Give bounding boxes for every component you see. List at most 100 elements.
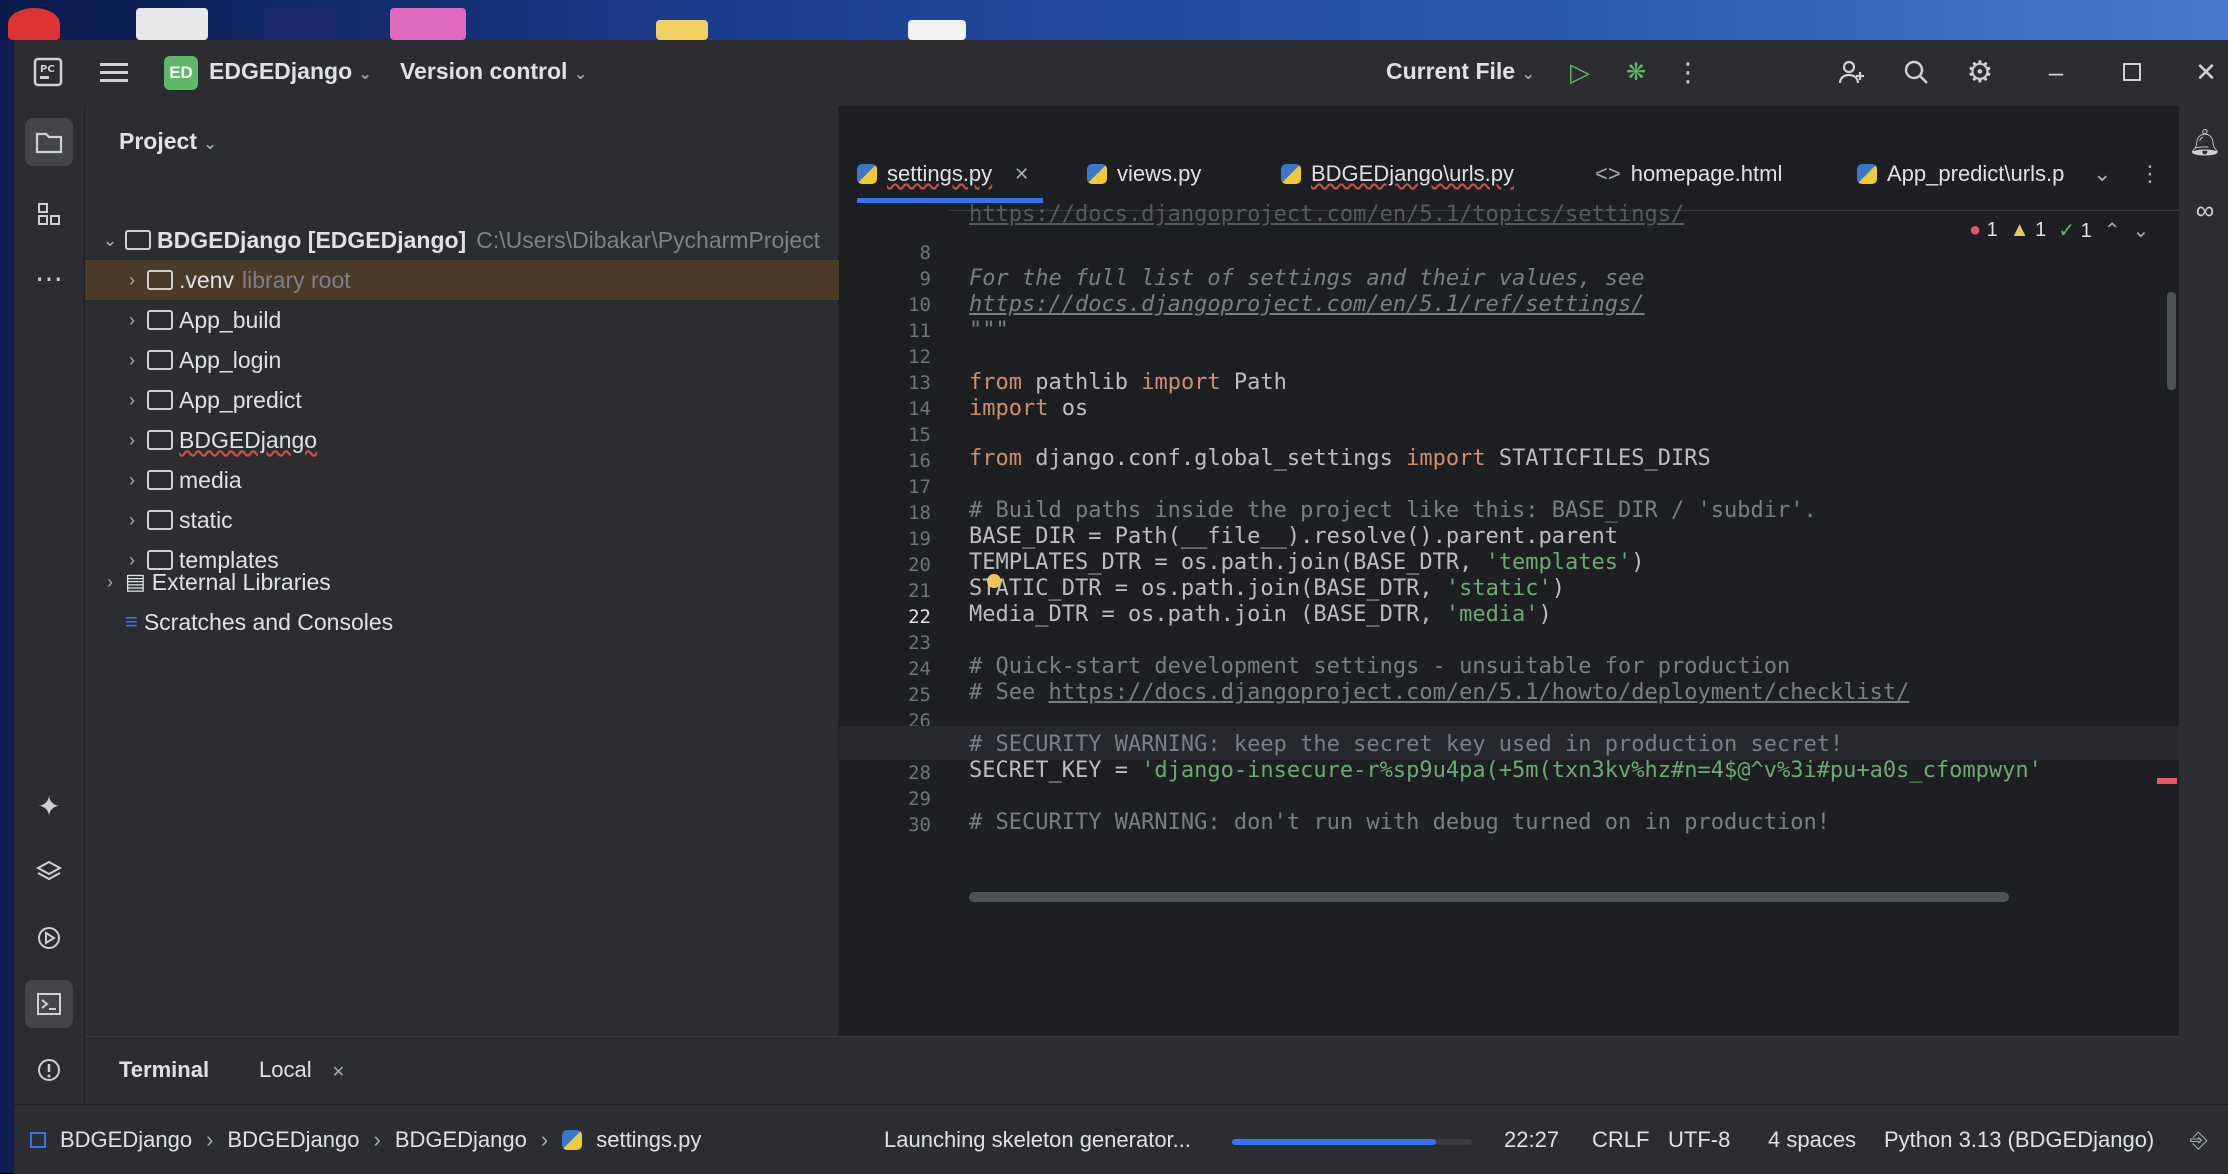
tree-item[interactable]: › App_login [85,340,874,380]
line-number[interactable]: 19 [871,528,931,550]
chevron-right-icon[interactable]: › [121,350,143,371]
tree-item[interactable]: › media [85,460,874,500]
chevron-down-icon[interactable]: ⌄ [99,230,121,251]
settings-icon[interactable]: ⚙ [1962,54,1998,90]
line-number[interactable]: 25 [871,684,931,706]
project-folder-icon[interactable] [25,118,73,166]
chevron-right-icon[interactable]: › [121,550,143,571]
chevron-right-icon[interactable]: › [121,310,143,331]
breadcrumb-item[interactable]: BDGEDjango [60,1127,192,1153]
layers-icon[interactable] [25,848,73,896]
terminal-icon[interactable] [25,980,73,1028]
line-number[interactable]: 28 [871,762,931,784]
tab-settings-py[interactable]: settings.py ✕ [857,150,1044,203]
line-number[interactable]: 22 [871,606,931,628]
add-user-icon[interactable] [1834,54,1870,90]
line-number[interactable]: 17 [871,476,931,498]
vertical-scrollbar[interactable] [2167,292,2176,390]
chevron-right-icon[interactable]: › [121,390,143,411]
python-file-icon [857,164,877,184]
line-number[interactable]: 10 [871,294,931,316]
tree-item[interactable]: › App_predict [85,380,874,420]
chevron-right-icon[interactable]: › [121,510,143,531]
code-line-21: STATIC_DTR = os.path.join(BASE_DTR, 'sta… [969,576,1566,601]
project-badge[interactable]: ED [164,56,198,90]
line-number[interactable]: 24 [871,658,931,680]
line-number[interactable]: 21 [871,580,931,602]
line-number[interactable]: 9 [871,268,931,290]
chevron-right-icon[interactable]: › [121,470,143,491]
line-number[interactable]: 8 [871,242,931,264]
close-tab-icon[interactable]: ✕ [1014,164,1029,185]
hamburger-icon[interactable] [96,54,132,90]
tree-root[interactable]: ⌄ BDGEDjango [EDGEDjango] C:\Users\Dibak… [85,220,852,260]
editor: settings.py ✕ views.py BDGEDjango\urls.p… [839,106,2179,1036]
tree-item[interactable]: › App_build [85,300,874,340]
tab-bdgedjango-urls-py[interactable]: BDGEDjango\urls.py [1281,150,1514,198]
chevron-down-icon: ⌄ [203,136,217,153]
structure-icon[interactable] [25,190,73,238]
line-number[interactable]: 12 [871,346,931,368]
tree-item[interactable]: › .venv library root [85,260,874,300]
line-number[interactable]: 15 [871,424,931,446]
ai-assistant-icon[interactable]: ∞ [2181,186,2228,234]
project-switcher[interactable]: EDGEDjango ⌄ [209,58,372,85]
caret-position[interactable]: 22:27 [1504,1127,1559,1153]
minimize-icon[interactable]: – [2038,54,2074,90]
line-number[interactable]: 13 [871,372,931,394]
run-icon[interactable]: ▷ [1562,54,1598,90]
more-tools-icon[interactable]: ⋯ [25,254,73,302]
code-area[interactable]: https://docs.djangoproject.com/en/5.1/to… [969,202,2149,1036]
line-number[interactable]: 18 [871,502,931,524]
tree-item[interactable]: › BDGEDjango [85,420,874,460]
python-interpreter[interactable]: Python 3.13 (BDGEDjango) [1884,1127,2154,1153]
tab-app-predict-urls-py[interactable]: App_predict\urls.p [1857,150,2064,198]
background-task[interactable]: Launching skeleton generator... [884,1127,1191,1153]
tab-homepage-html[interactable]: <> homepage.html [1595,150,1782,198]
debug-icon[interactable]: ❋ [1618,54,1654,90]
python-console-icon[interactable]: ✦ [25,782,73,830]
project-panel-header[interactable]: Project ⌄ [119,128,217,155]
breadcrumb-item[interactable]: settings.py [596,1127,701,1153]
line-number[interactable]: 16 [871,450,931,472]
chevron-right-icon[interactable]: › [121,430,143,451]
close-icon[interactable]: ✕ [2188,54,2224,90]
breadcrumb-item[interactable]: BDGEDjango [395,1127,527,1153]
line-number[interactable]: 11 [871,320,931,342]
line-number[interactable]: 30 [871,814,931,836]
lock-icon[interactable]: ⎆ [2190,1127,2208,1153]
code-line-20: TEMPLATES_DTR = os.path.join(BASE_DTR, '… [969,550,1645,575]
folder-icon [147,390,173,410]
code-line-10[interactable]: https://docs.djangoproject.com/en/5.1/re… [969,292,1645,317]
breadcrumb-item[interactable]: BDGEDjango [227,1127,359,1153]
line-number[interactable]: 20 [871,554,931,576]
terminal-title[interactable]: Terminal [119,1057,209,1083]
error-stripe-marker[interactable] [2157,778,2177,784]
problems-icon[interactable] [25,1046,73,1094]
close-tab-icon[interactable]: ✕ [332,1064,345,1081]
line-number[interactable]: 14 [871,398,931,420]
lightbulb-icon[interactable] [987,574,1001,588]
services-icon[interactable] [25,914,73,962]
tree-item[interactable]: › static [85,500,874,540]
terminal-tab-local[interactable]: Local ✕ [259,1057,345,1083]
run-config-selector[interactable]: Current File ⌄ [1386,58,1535,85]
tree-item[interactable]: › templates [85,540,874,580]
chevron-right-icon[interactable]: › [121,270,143,291]
tree-scratches[interactable]: ≡ Scratches and Consoles [85,602,874,642]
tab-views-py[interactable]: views.py [1087,150,1201,198]
tab-more-icon[interactable]: ⋮ [2139,150,2161,198]
vcs-menu[interactable]: Version control ⌄ [400,58,587,85]
search-icon[interactable] [1898,54,1934,90]
line-separator[interactable]: CRLF [1592,1127,1649,1153]
maximize-icon[interactable] [2114,54,2150,90]
app-logo-icon[interactable]: PC [30,54,66,90]
file-encoding[interactable]: UTF-8 [1668,1127,1730,1153]
code-horizontal-scrollbar[interactable] [969,892,2009,902]
line-number[interactable]: 23 [871,632,931,654]
notifications-icon[interactable]: 🔔︎ [2181,118,2228,166]
more-icon[interactable]: ⋮ [1670,54,1706,90]
indent-setting[interactable]: 4 spaces [1768,1127,1856,1153]
line-number[interactable]: 29 [871,788,931,810]
tab-list-chevron-icon[interactable]: ⌄ [2093,150,2111,198]
